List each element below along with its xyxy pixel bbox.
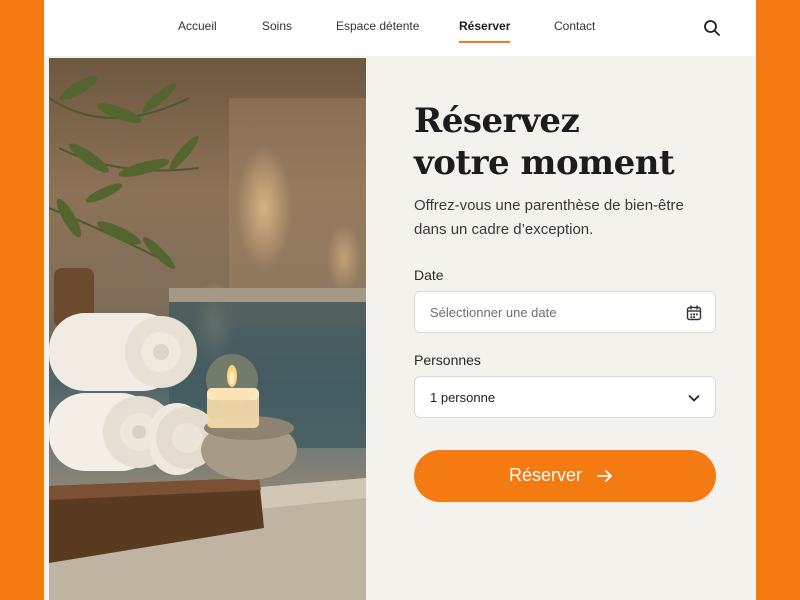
booking-panel: Réservez votre moment Offrez-vous une pa… <box>366 58 756 600</box>
active-nav-indicator <box>459 41 511 43</box>
nav-item-soins[interactable]: Soins <box>262 19 292 33</box>
page-subtitle-line2: dans un cadre d’exception. <box>414 221 594 238</box>
search-button[interactable] <box>702 18 722 38</box>
calendar-icon[interactable] <box>685 304 703 322</box>
top-navigation: Accueil Soins Espace détente Réserver Co… <box>44 0 756 56</box>
hero-image <box>49 58 366 600</box>
nav-item-contact[interactable]: Contact <box>554 19 595 33</box>
date-placeholder: Sélectionner une date <box>430 305 557 320</box>
page-frame: Accueil Soins Espace détente Réserver Co… <box>44 0 756 600</box>
search-icon <box>704 20 720 36</box>
page-title-line2: votre moment <box>414 143 675 183</box>
page-subtitle-line1: Offrez-vous une parenthèse de bien-être <box>414 197 684 214</box>
date-field[interactable]: Sélectionner une date <box>414 291 716 333</box>
page-subtitle: Offrez-vous une parenthèse de bien-être … <box>414 194 734 242</box>
persons-select[interactable]: 1 personne <box>414 376 716 418</box>
page-title: Réservez votre moment <box>414 100 734 184</box>
reserve-button[interactable]: Réserver <box>414 450 716 502</box>
persons-value: 1 personne <box>430 390 496 405</box>
arrow-right-icon <box>597 470 612 482</box>
nav-item-reserver-label: Réserver <box>459 19 511 33</box>
reserve-button-label: Réserver <box>509 465 583 485</box>
nav-item-espace-detente[interactable]: Espace détente <box>336 19 419 33</box>
chevron-down-icon <box>688 395 700 402</box>
nav-item-reserver[interactable]: Réserver <box>459 19 511 43</box>
nav-item-accueil[interactable]: Accueil <box>178 19 217 33</box>
date-label: Date <box>414 267 444 283</box>
page-title-line1: Réservez <box>414 101 580 141</box>
persons-label: Personnes <box>414 352 481 368</box>
